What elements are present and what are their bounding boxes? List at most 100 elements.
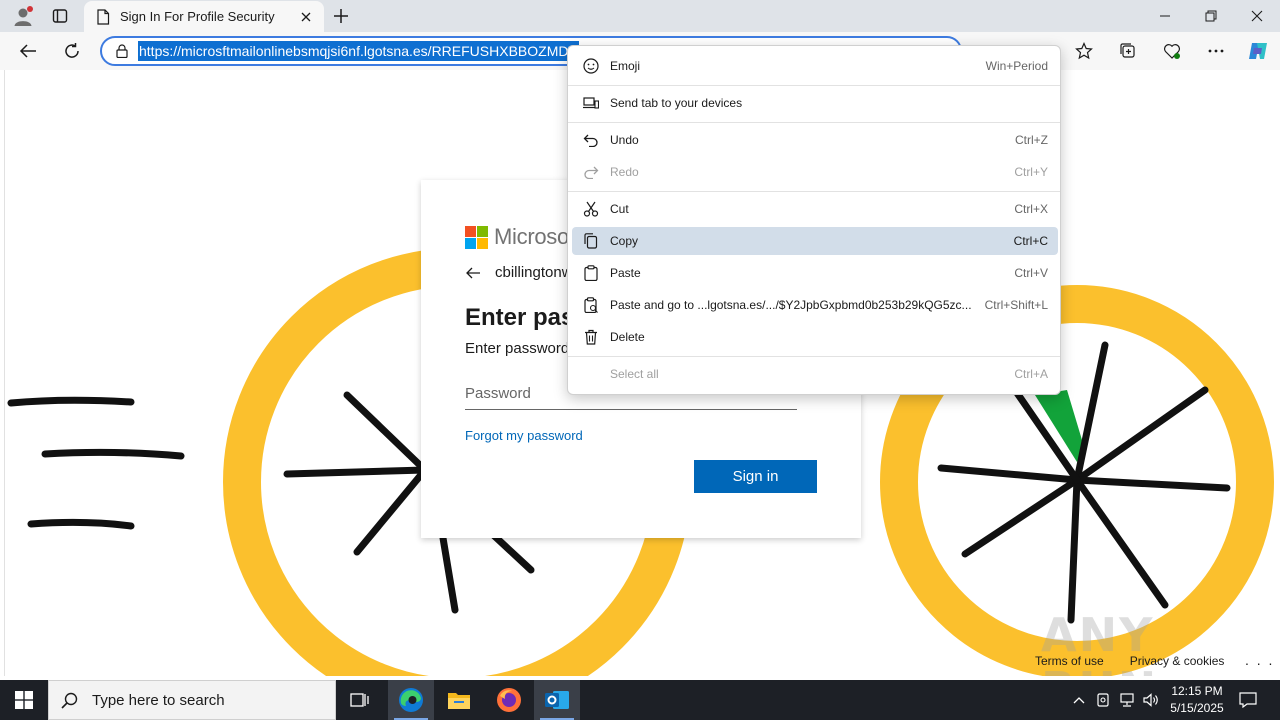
scissors-icon: [583, 201, 599, 217]
redo-icon: [584, 166, 599, 179]
menu-item-shortcut: Ctrl+X: [1014, 202, 1048, 216]
menu-item-paste[interactable]: Paste Ctrl+V: [572, 259, 1058, 287]
notifications-button[interactable]: [1234, 680, 1262, 720]
arrow-left-icon: [19, 44, 36, 58]
tray-volume-button[interactable]: [1140, 680, 1162, 720]
chevron-up-icon: [1073, 697, 1085, 704]
refresh-button[interactable]: [56, 36, 88, 66]
footer-more-button[interactable]: . . .: [1245, 652, 1274, 668]
close-icon: [1251, 10, 1263, 22]
back-button[interactable]: [12, 36, 44, 66]
new-tab-button[interactable]: [328, 0, 354, 32]
menu-separator: [568, 356, 1060, 357]
settings-more-button[interactable]: [1200, 36, 1232, 66]
tab-sign-in[interactable]: Sign In For Profile Security: [84, 1, 324, 32]
menu-item-label: Emoji: [610, 59, 641, 73]
arrow-left-icon[interactable]: [465, 266, 481, 280]
microsoft-logo: Microsoft: [465, 224, 581, 250]
taskbar-edge[interactable]: [388, 680, 434, 720]
menu-item-select-all[interactable]: Select all Ctrl+A: [572, 360, 1058, 388]
identity-banner[interactable]: cbillingtonw: [465, 264, 573, 281]
plus-icon: [334, 9, 348, 23]
context-menu: Emoji Win+Period Send tab to your device…: [567, 45, 1061, 395]
paste-icon: [584, 265, 598, 281]
favorites-button[interactable]: [1068, 36, 1100, 66]
heartbeat-icon: [1163, 44, 1181, 59]
menu-item-paste-and-go[interactable]: Paste and go to ...lgotsna.es/.../$Y2Jpb…: [572, 291, 1058, 319]
menu-item-label: Paste and go to ...lgotsna.es/.../$Y2Jpb…: [610, 298, 972, 312]
profile-button[interactable]: [6, 0, 40, 32]
tab-title: Sign In For Profile Security: [120, 9, 275, 24]
restore-icon: [1205, 10, 1217, 22]
start-button[interactable]: [0, 680, 48, 720]
tab-close-button[interactable]: [296, 7, 316, 27]
emoji-icon: [583, 58, 599, 74]
privacy-link[interactable]: Privacy & cookies: [1130, 654, 1225, 668]
task-view-button[interactable]: [337, 680, 383, 720]
menu-item-label: Select all: [610, 367, 659, 381]
task-view-icon: [350, 693, 369, 707]
undo-icon: [583, 134, 598, 147]
trash-icon: [585, 329, 597, 345]
menu-item-redo[interactable]: Redo Ctrl+Y: [572, 158, 1058, 186]
tray-network-button[interactable]: [1116, 680, 1138, 720]
tab-actions-button[interactable]: [44, 0, 76, 32]
close-icon: [301, 12, 311, 21]
menu-item-shortcut: Ctrl+V: [1014, 266, 1048, 280]
menu-item-shortcut: Ctrl+Shift+L: [984, 298, 1048, 312]
menu-item-label: Paste: [610, 266, 641, 280]
taskbar-file-explorer[interactable]: [436, 680, 482, 720]
title-bar: Sign In For Profile Security: [0, 0, 1280, 32]
url-text[interactable]: https://microsftmailonlinebsmqjsi6nf.lgo…: [138, 41, 579, 61]
menu-separator: [568, 191, 1060, 192]
speaker-icon: [1143, 693, 1158, 707]
collections-icon: [1120, 43, 1135, 58]
menu-item-copy[interactable]: Copy Ctrl+C: [572, 227, 1058, 255]
taskbar: Type here to search 12:15 PM 5/15/2025: [0, 680, 1280, 720]
star-icon: [1075, 42, 1093, 60]
windows-logo-icon: [15, 691, 33, 709]
microsoft-logo-icon: [465, 225, 488, 249]
menu-item-shortcut: Ctrl+Y: [1014, 165, 1048, 179]
terms-link[interactable]: Terms of use: [1035, 654, 1104, 668]
restore-button[interactable]: [1188, 0, 1234, 32]
device-icon: [1097, 693, 1109, 707]
minimize-icon: [1160, 15, 1170, 17]
menu-item-label: Undo: [610, 133, 639, 147]
browser-essentials-button[interactable]: [1156, 36, 1188, 66]
page-icon: [97, 8, 110, 25]
devices-icon: [583, 97, 599, 109]
taskbar-outlook[interactable]: [534, 680, 580, 720]
menu-separator: [568, 122, 1060, 123]
taskbar-firefox[interactable]: [486, 680, 532, 720]
firefox-icon: [497, 688, 521, 712]
identity-email: cbillingtonw: [495, 264, 573, 281]
menu-separator: [568, 85, 1060, 86]
sign-in-button[interactable]: Sign in: [694, 460, 817, 493]
tray-security-button[interactable]: [1092, 680, 1114, 720]
copilot-button[interactable]: [1242, 36, 1274, 66]
taskbar-search[interactable]: Type here to search: [48, 680, 336, 720]
menu-item-cut[interactable]: Cut Ctrl+X: [572, 195, 1058, 223]
window-close-button[interactable]: [1234, 0, 1280, 32]
menu-item-shortcut: Ctrl+Z: [1015, 133, 1048, 147]
paste-go-icon: [584, 297, 598, 313]
network-icon: [1120, 693, 1134, 707]
menu-item-shortcut: Ctrl+C: [1013, 234, 1048, 248]
footer-links: Terms of use Privacy & cookies: [1035, 654, 1224, 668]
menu-item-shortcut: Win+Period: [985, 59, 1048, 73]
taskbar-clock[interactable]: 12:15 PM 5/15/2025: [1160, 683, 1234, 717]
refresh-icon: [65, 43, 79, 58]
profile-icon: [14, 6, 33, 26]
folder-icon: [448, 693, 470, 709]
forgot-password-link[interactable]: Forgot my password: [465, 428, 583, 443]
menu-item-delete[interactable]: Delete: [572, 323, 1058, 351]
minimize-button[interactable]: [1142, 0, 1188, 32]
menu-item-send-tab[interactable]: Send tab to your devices: [572, 89, 1058, 117]
collections-button[interactable]: [1112, 36, 1144, 66]
menu-item-emoji[interactable]: Emoji Win+Period: [572, 52, 1058, 80]
show-hidden-icons-button[interactable]: [1068, 680, 1090, 720]
menu-item-undo[interactable]: Undo Ctrl+Z: [572, 126, 1058, 154]
outlook-icon: [545, 691, 569, 709]
lock-icon[interactable]: [116, 44, 128, 58]
